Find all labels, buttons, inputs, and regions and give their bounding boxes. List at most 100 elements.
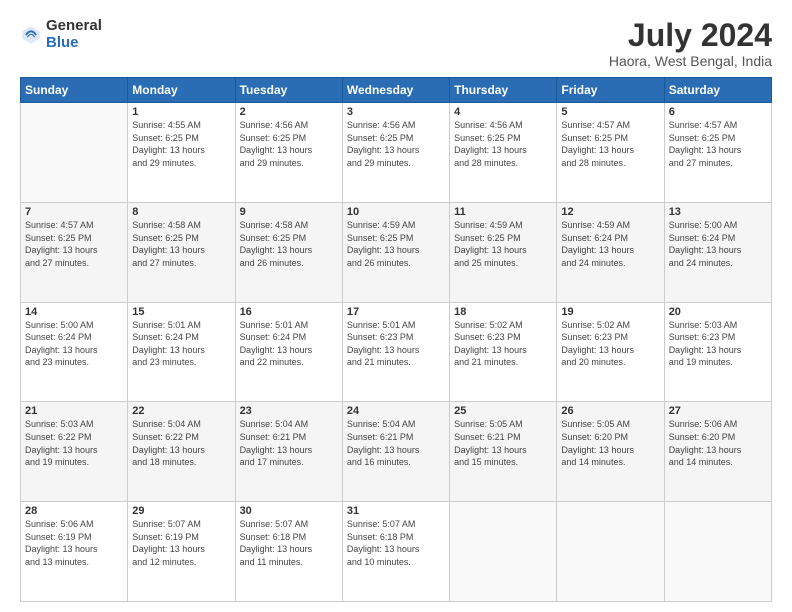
calendar-day-cell: 31Sunrise: 5:07 AM Sunset: 6:18 PM Dayli… [342, 502, 449, 602]
day-info: Sunrise: 5:05 AM Sunset: 6:20 PM Dayligh… [561, 418, 659, 468]
day-info: Sunrise: 5:04 AM Sunset: 6:21 PM Dayligh… [240, 418, 338, 468]
day-number: 10 [347, 206, 445, 218]
calendar-day-cell [21, 103, 128, 203]
calendar-body: 1Sunrise: 4:55 AM Sunset: 6:25 PM Daylig… [21, 103, 772, 602]
day-info: Sunrise: 5:07 AM Sunset: 6:18 PM Dayligh… [347, 518, 445, 568]
day-info: Sunrise: 4:59 AM Sunset: 6:25 PM Dayligh… [347, 219, 445, 269]
calendar-week-row: 14Sunrise: 5:00 AM Sunset: 6:24 PM Dayli… [21, 302, 772, 402]
calendar-table: SundayMondayTuesdayWednesdayThursdayFrid… [20, 77, 772, 602]
day-info: Sunrise: 4:56 AM Sunset: 6:25 PM Dayligh… [454, 119, 552, 169]
day-number: 22 [132, 405, 230, 417]
day-info: Sunrise: 4:57 AM Sunset: 6:25 PM Dayligh… [669, 119, 767, 169]
calendar-day-cell: 24Sunrise: 5:04 AM Sunset: 6:21 PM Dayli… [342, 402, 449, 502]
day-info: Sunrise: 4:55 AM Sunset: 6:25 PM Dayligh… [132, 119, 230, 169]
day-info: Sunrise: 4:59 AM Sunset: 6:24 PM Dayligh… [561, 219, 659, 269]
day-info: Sunrise: 5:05 AM Sunset: 6:21 PM Dayligh… [454, 418, 552, 468]
calendar-header-cell: Friday [557, 78, 664, 103]
day-number: 8 [132, 206, 230, 218]
calendar-day-cell: 13Sunrise: 5:00 AM Sunset: 6:24 PM Dayli… [664, 202, 771, 302]
calendar-day-cell [557, 502, 664, 602]
day-number: 4 [454, 106, 552, 118]
day-info: Sunrise: 5:02 AM Sunset: 6:23 PM Dayligh… [454, 319, 552, 369]
day-number: 31 [347, 505, 445, 517]
day-number: 13 [669, 206, 767, 218]
calendar-day-cell: 6Sunrise: 4:57 AM Sunset: 6:25 PM Daylig… [664, 103, 771, 203]
header: General Blue July 2024 Haora, West Benga… [20, 18, 772, 69]
day-info: Sunrise: 5:07 AM Sunset: 6:19 PM Dayligh… [132, 518, 230, 568]
subtitle: Haora, West Bengal, India [609, 53, 772, 69]
calendar-day-cell: 1Sunrise: 4:55 AM Sunset: 6:25 PM Daylig… [128, 103, 235, 203]
day-info: Sunrise: 5:06 AM Sunset: 6:19 PM Dayligh… [25, 518, 123, 568]
calendar-day-cell: 12Sunrise: 4:59 AM Sunset: 6:24 PM Dayli… [557, 202, 664, 302]
calendar-week-row: 28Sunrise: 5:06 AM Sunset: 6:19 PM Dayli… [21, 502, 772, 602]
day-number: 29 [132, 505, 230, 517]
day-info: Sunrise: 4:57 AM Sunset: 6:25 PM Dayligh… [25, 219, 123, 269]
day-info: Sunrise: 5:02 AM Sunset: 6:23 PM Dayligh… [561, 319, 659, 369]
logo-icon [20, 24, 42, 46]
day-number: 12 [561, 206, 659, 218]
day-number: 9 [240, 206, 338, 218]
day-number: 7 [25, 206, 123, 218]
calendar-week-row: 7Sunrise: 4:57 AM Sunset: 6:25 PM Daylig… [21, 202, 772, 302]
page: General Blue July 2024 Haora, West Benga… [0, 0, 792, 612]
calendar-day-cell: 2Sunrise: 4:56 AM Sunset: 6:25 PM Daylig… [235, 103, 342, 203]
day-info: Sunrise: 4:59 AM Sunset: 6:25 PM Dayligh… [454, 219, 552, 269]
calendar-day-cell: 14Sunrise: 5:00 AM Sunset: 6:24 PM Dayli… [21, 302, 128, 402]
calendar-week-row: 1Sunrise: 4:55 AM Sunset: 6:25 PM Daylig… [21, 103, 772, 203]
logo-text: General Blue [46, 18, 102, 51]
calendar-day-cell: 29Sunrise: 5:07 AM Sunset: 6:19 PM Dayli… [128, 502, 235, 602]
logo: General Blue [20, 18, 102, 51]
day-info: Sunrise: 5:01 AM Sunset: 6:24 PM Dayligh… [240, 319, 338, 369]
calendar-day-cell: 17Sunrise: 5:01 AM Sunset: 6:23 PM Dayli… [342, 302, 449, 402]
day-number: 1 [132, 106, 230, 118]
day-number: 28 [25, 505, 123, 517]
day-number: 30 [240, 505, 338, 517]
title-block: July 2024 Haora, West Bengal, India [609, 18, 772, 69]
day-info: Sunrise: 5:06 AM Sunset: 6:20 PM Dayligh… [669, 418, 767, 468]
calendar-day-cell: 30Sunrise: 5:07 AM Sunset: 6:18 PM Dayli… [235, 502, 342, 602]
calendar-day-cell: 4Sunrise: 4:56 AM Sunset: 6:25 PM Daylig… [450, 103, 557, 203]
calendar-day-cell: 11Sunrise: 4:59 AM Sunset: 6:25 PM Dayli… [450, 202, 557, 302]
calendar-header-cell: Saturday [664, 78, 771, 103]
calendar-day-cell: 10Sunrise: 4:59 AM Sunset: 6:25 PM Dayli… [342, 202, 449, 302]
day-info: Sunrise: 5:01 AM Sunset: 6:23 PM Dayligh… [347, 319, 445, 369]
day-info: Sunrise: 4:56 AM Sunset: 6:25 PM Dayligh… [240, 119, 338, 169]
calendar-day-cell: 28Sunrise: 5:06 AM Sunset: 6:19 PM Dayli… [21, 502, 128, 602]
calendar-day-cell: 3Sunrise: 4:56 AM Sunset: 6:25 PM Daylig… [342, 103, 449, 203]
calendar-day-cell: 16Sunrise: 5:01 AM Sunset: 6:24 PM Dayli… [235, 302, 342, 402]
calendar-day-cell: 26Sunrise: 5:05 AM Sunset: 6:20 PM Dayli… [557, 402, 664, 502]
day-number: 19 [561, 306, 659, 318]
day-number: 11 [454, 206, 552, 218]
day-number: 17 [347, 306, 445, 318]
day-number: 15 [132, 306, 230, 318]
day-number: 2 [240, 106, 338, 118]
main-title: July 2024 [609, 18, 772, 53]
day-info: Sunrise: 5:00 AM Sunset: 6:24 PM Dayligh… [25, 319, 123, 369]
day-number: 3 [347, 106, 445, 118]
day-number: 21 [25, 405, 123, 417]
day-number: 25 [454, 405, 552, 417]
calendar-header-cell: Sunday [21, 78, 128, 103]
logo-blue: Blue [46, 35, 102, 52]
calendar-header-cell: Wednesday [342, 78, 449, 103]
calendar-day-cell: 15Sunrise: 5:01 AM Sunset: 6:24 PM Dayli… [128, 302, 235, 402]
calendar-day-cell [664, 502, 771, 602]
day-number: 24 [347, 405, 445, 417]
calendar-week-row: 21Sunrise: 5:03 AM Sunset: 6:22 PM Dayli… [21, 402, 772, 502]
day-info: Sunrise: 5:03 AM Sunset: 6:23 PM Dayligh… [669, 319, 767, 369]
day-number: 26 [561, 405, 659, 417]
calendar-day-cell: 7Sunrise: 4:57 AM Sunset: 6:25 PM Daylig… [21, 202, 128, 302]
day-number: 14 [25, 306, 123, 318]
calendar-day-cell: 23Sunrise: 5:04 AM Sunset: 6:21 PM Dayli… [235, 402, 342, 502]
calendar-day-cell: 21Sunrise: 5:03 AM Sunset: 6:22 PM Dayli… [21, 402, 128, 502]
calendar-header-cell: Thursday [450, 78, 557, 103]
day-info: Sunrise: 5:04 AM Sunset: 6:21 PM Dayligh… [347, 418, 445, 468]
calendar-day-cell: 5Sunrise: 4:57 AM Sunset: 6:25 PM Daylig… [557, 103, 664, 203]
day-number: 20 [669, 306, 767, 318]
calendar-day-cell: 25Sunrise: 5:05 AM Sunset: 6:21 PM Dayli… [450, 402, 557, 502]
calendar-day-cell: 20Sunrise: 5:03 AM Sunset: 6:23 PM Dayli… [664, 302, 771, 402]
calendar-day-cell: 22Sunrise: 5:04 AM Sunset: 6:22 PM Dayli… [128, 402, 235, 502]
calendar-day-cell: 18Sunrise: 5:02 AM Sunset: 6:23 PM Dayli… [450, 302, 557, 402]
day-info: Sunrise: 5:03 AM Sunset: 6:22 PM Dayligh… [25, 418, 123, 468]
day-info: Sunrise: 5:00 AM Sunset: 6:24 PM Dayligh… [669, 219, 767, 269]
